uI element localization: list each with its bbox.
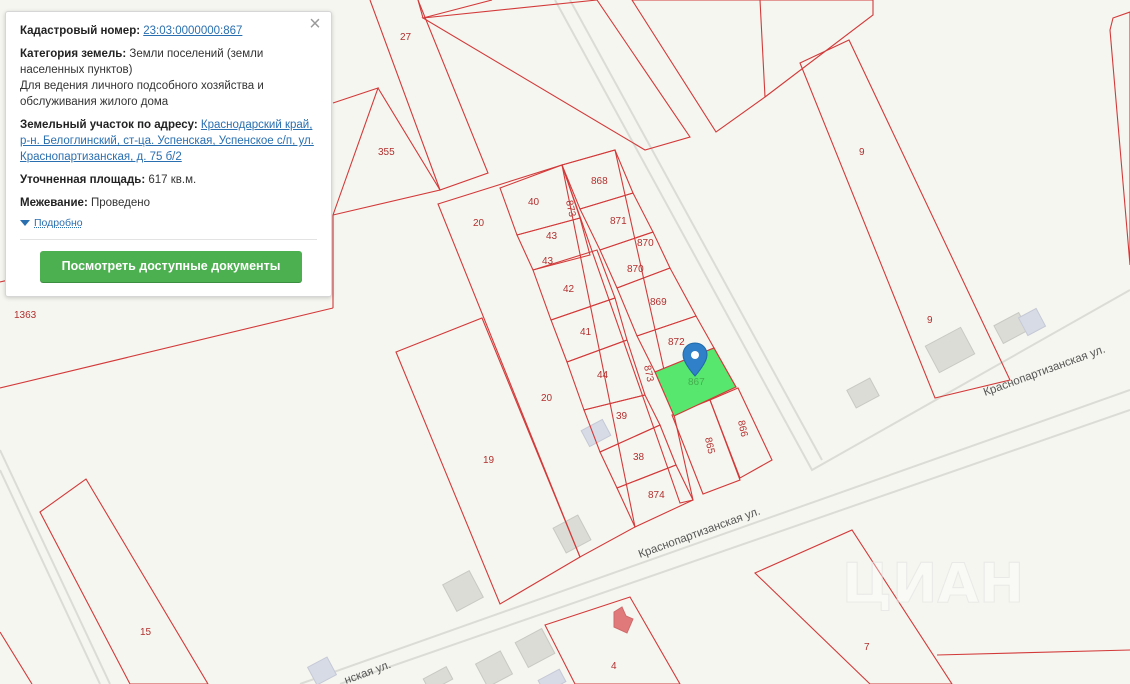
parcel-top-small [417,0,493,19]
street-name: Краснопартизанская ул. [637,506,762,561]
area-label: Уточненная площадь: [20,174,146,186]
parcel-label: 868 [591,176,608,187]
building [442,570,484,612]
parcel-label: 871 [610,216,627,227]
parcel-15 [39,478,209,684]
parcel-label: 869 [650,297,667,308]
building [514,627,556,669]
land-usage-value: Для ведения личного подсобного хозяйства… [20,80,264,108]
parcel-label: 38 [633,452,645,463]
parcel-label: 43 [546,231,558,242]
parcel-label: 9 [859,147,865,158]
survey-label: Межевание: [20,197,88,209]
building [422,666,454,684]
parcel-9-b [1109,11,1130,266]
parcel-label: 43 [542,256,554,267]
cian-watermark: ЦИАН [842,552,1024,615]
street-labels: Краснопартизанская ул. Краснопартизанска… [343,344,1107,684]
close-icon[interactable]: × [307,14,323,34]
parcel-label: 866 [735,419,749,438]
caret-down-icon [20,220,30,226]
building [846,377,880,409]
parcel-label: 40 [528,197,540,208]
details-toggle-label: Подробно [34,217,83,229]
parcel-label: 1363 [14,310,37,321]
survey-value: Проведено [90,197,151,209]
parcel-label: 7 [864,642,870,653]
parcel-label: 20 [541,393,553,404]
building [613,606,634,634]
parcel-27 [369,0,489,191]
parcel-label: 15 [140,627,152,638]
parcel-label: 42 [563,284,575,295]
parcel-20-a [437,164,636,558]
survey-row: Межевание: Проведено [20,195,317,211]
parcel-info-popup: × Кадастровый номер: 23:03:0000000:867 К… [5,11,332,297]
street-name: нская ул. [343,659,393,684]
area-row: Уточненная площадь: 617 кв.м. [20,172,317,188]
address-label: Земельный участок по адресу: [20,119,198,131]
parcel-top-right [631,0,766,133]
parcel-label: 19 [483,455,495,466]
parcel-label: 27 [400,32,412,43]
parcel-label: 872 [668,337,685,348]
parcel-label: 870 [637,238,654,249]
parcel-label: 865 [702,436,716,455]
parcel-left-long [0,307,334,389]
parcel-label: 4 [611,661,617,672]
parcel-label: 44 [597,370,609,381]
area-value: 617 кв.м. [148,174,197,186]
parcel-43-a [516,217,591,271]
land-category-row: Категория земель: Земли поселений (земли… [20,46,317,110]
parcel-left-bottom [0,631,33,684]
cadastral-number-link[interactable]: 23:03:0000000:867 [143,25,242,37]
parcel-label: 355 [378,147,395,158]
parcel-label: 873 [641,364,655,383]
parcel-label: 39 [616,411,628,422]
street-name: Краснопартизанская ул. [982,344,1107,399]
parcel-label: 41 [580,327,592,338]
parcel-label: 873 [563,199,577,218]
divider [20,239,317,240]
view-documents-button[interactable]: Посмотреть доступные документы [40,251,302,282]
parcel-label: 9 [927,315,933,326]
parcel-7-right [936,649,1130,656]
address-row: Земельный участок по адресу: Краснодарск… [20,117,317,165]
building [924,326,976,374]
cadastral-number-row: Кадастровый номер: 23:03:0000000:867 [20,23,317,39]
parcel-label: 867 [688,377,705,388]
building [537,668,567,684]
parcel-355 [332,87,379,216]
land-category-label: Категория земель: [20,48,127,60]
cadastral-number-label: Кадастровый номер: [20,25,141,37]
parcel-label: 874 [648,490,665,501]
parcel-top-right-2 [728,0,874,98]
parcel-label: 870 [627,264,644,275]
parcel-label: 20 [473,218,485,229]
parcel-9-a [799,39,1011,399]
details-toggle[interactable]: Подробно [20,217,317,229]
parcel-top-mid [421,0,691,151]
building [474,650,514,684]
building [552,514,592,554]
